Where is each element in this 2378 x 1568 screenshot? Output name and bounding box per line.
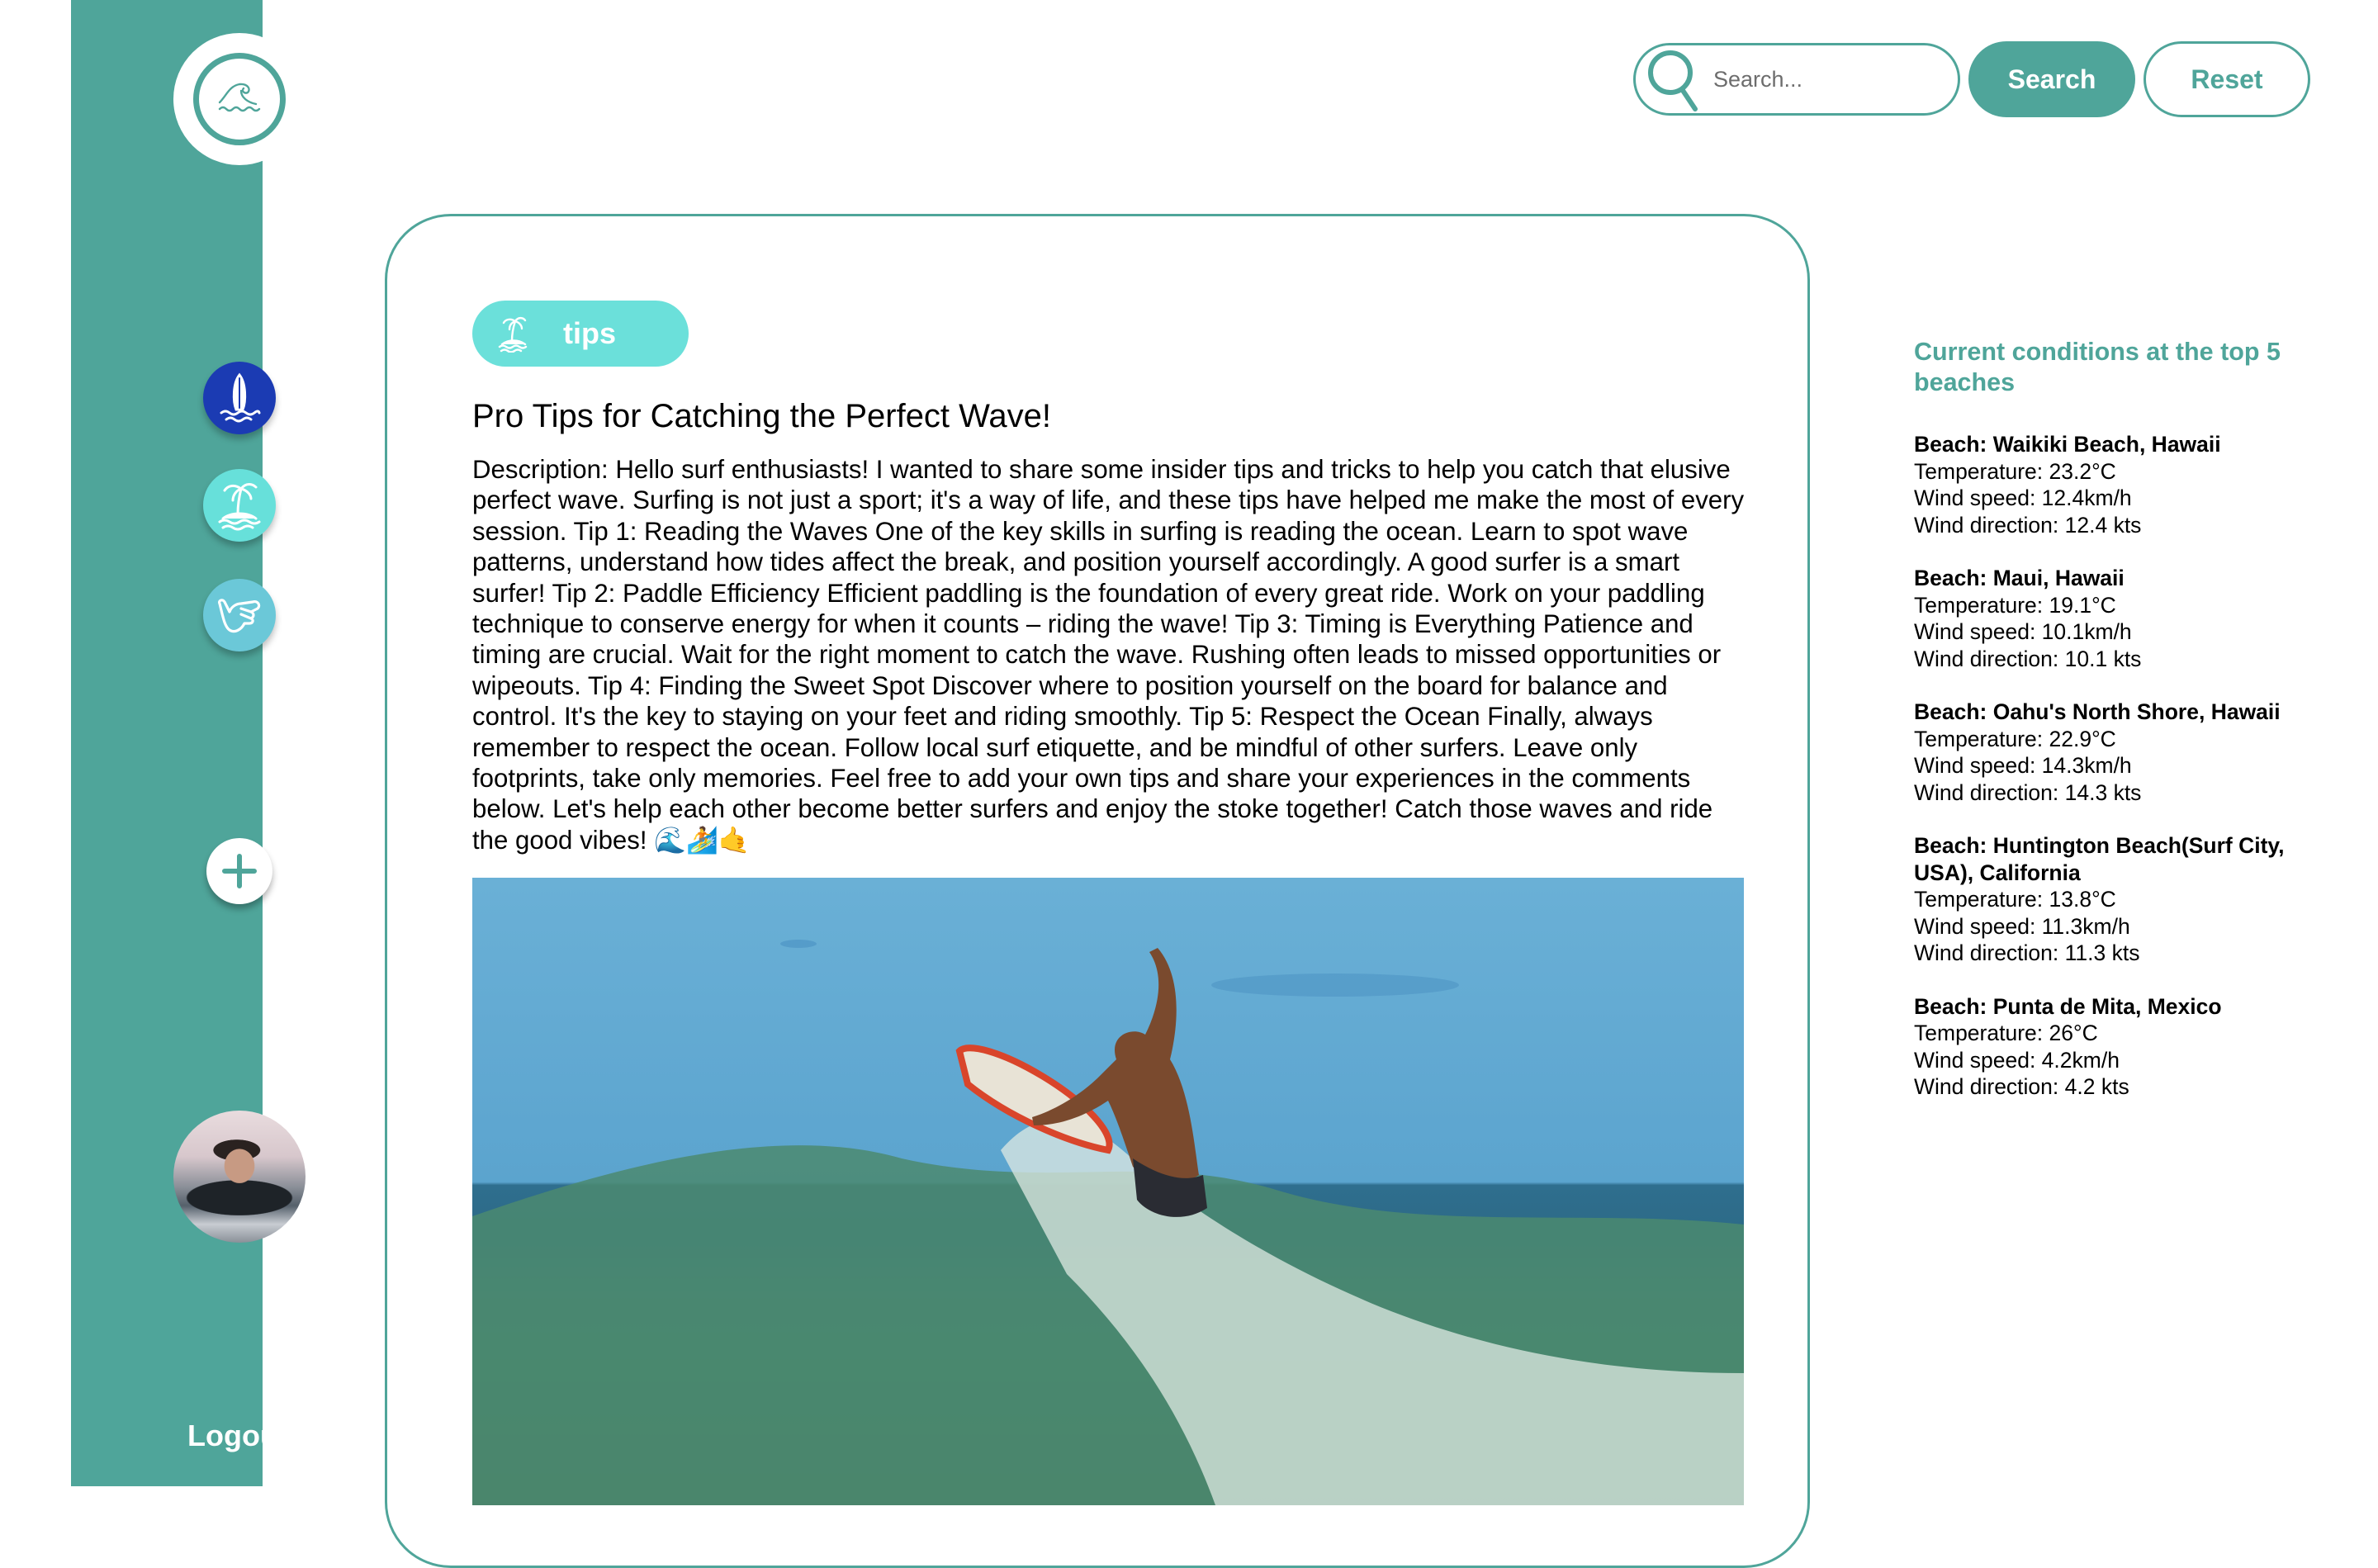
- beach-temperature: Temperature: 19.1°C: [1914, 592, 2116, 618]
- beach-wind-speed: Wind speed: 4.2km/h: [1914, 1047, 2120, 1073]
- beach-wind-direction: Wind direction: 11.3 kts: [1914, 940, 2140, 965]
- beach-wind-speed: Wind speed: 11.3km/h: [1914, 913, 2130, 939]
- post-title: Pro Tips for Catching the Perfect Wave!: [472, 398, 1052, 434]
- beach-temperature: Temperature: 26°C: [1914, 1021, 2098, 1045]
- beach-entry: Beach: Maui, Hawaii Temperature: 19.1°C …: [1914, 565, 2327, 672]
- user-avatar[interactable]: [173, 1111, 306, 1243]
- search-icon: [1648, 50, 1698, 111]
- conditions-panel: Current conditions at the top 5 beaches …: [1914, 337, 2327, 1127]
- beach-wind-direction: Wind direction: 14.3 kts: [1914, 779, 2142, 805]
- nav-surfboards-button[interactable]: [203, 362, 276, 434]
- wave-icon: [218, 83, 261, 112]
- beach-wind-speed: Wind speed: 12.4km/h: [1914, 486, 2132, 510]
- conditions-heading: Current conditions at the top 5 beaches: [1914, 338, 2281, 396]
- beach-name: Beach: Huntington Beach(Surf City, USA),…: [1914, 833, 2285, 885]
- post-description: Description: Hello surf enthusiasts! I w…: [472, 455, 1745, 855]
- beach-wind-direction: Wind direction: 10.1 kts: [1914, 646, 2142, 671]
- beach-name: Beach: Oahu's North Shore, Hawaii: [1914, 699, 2281, 724]
- post-category-tag[interactable]: tips: [472, 301, 689, 367]
- beach-name: Beach: Waikiki Beach, Hawaii: [1914, 432, 2221, 457]
- surfer-photo: [472, 940, 1744, 1505]
- reset-button[interactable]: Reset: [2144, 41, 2310, 117]
- beach-temperature: Temperature: 22.9°C: [1914, 726, 2116, 751]
- tag-label: tips: [563, 316, 617, 350]
- palm-island-icon: [218, 483, 261, 531]
- beach-temperature: Temperature: 13.8°C: [1914, 887, 2116, 912]
- beach-name: Beach: Punta de Mita, Mexico: [1914, 993, 2222, 1019]
- beach-name: Beach: Maui, Hawaii: [1914, 566, 2125, 590]
- beach-entry: Beach: Huntington Beach(Surf City, USA),…: [1914, 832, 2327, 967]
- beach-wind-direction: Wind direction: 12.4 kts: [1914, 512, 2142, 538]
- app-logo[interactable]: [173, 33, 306, 165]
- beach-entry: Beach: Punta de Mita, Mexico Temperature…: [1914, 993, 2327, 1101]
- post-image: [472, 878, 1744, 1505]
- search-input[interactable]: [1712, 65, 1930, 93]
- logout-button[interactable]: Logout: [142, 1419, 334, 1453]
- beach-entry: Beach: Oahu's North Shore, Hawaii Temper…: [1914, 699, 2327, 806]
- palm-island-icon: [498, 316, 528, 353]
- beach-wind-speed: Wind speed: 10.1km/h: [1914, 619, 2132, 644]
- logo-ring: [193, 53, 286, 145]
- sidebar: Logout: [71, 0, 306, 1486]
- beach-temperature: Temperature: 23.2°C: [1914, 458, 2116, 484]
- nav-tips-button[interactable]: [203, 579, 276, 651]
- nav-beaches-button[interactable]: [203, 469, 276, 542]
- add-post-button[interactable]: [206, 838, 272, 904]
- beach-wind-speed: Wind speed: 14.3km/h: [1914, 753, 2132, 778]
- search-field[interactable]: [1633, 43, 1960, 116]
- surfboard-icon: [220, 372, 261, 423]
- shaka-hand-icon: [218, 599, 261, 633]
- plus-icon: [222, 854, 257, 888]
- beach-entry: Beach: Waikiki Beach, Hawaii Temperature…: [1914, 431, 2327, 538]
- beach-wind-direction: Wind direction: 4.2 kts: [1914, 1074, 2129, 1099]
- search-button[interactable]: Search: [1968, 41, 2135, 117]
